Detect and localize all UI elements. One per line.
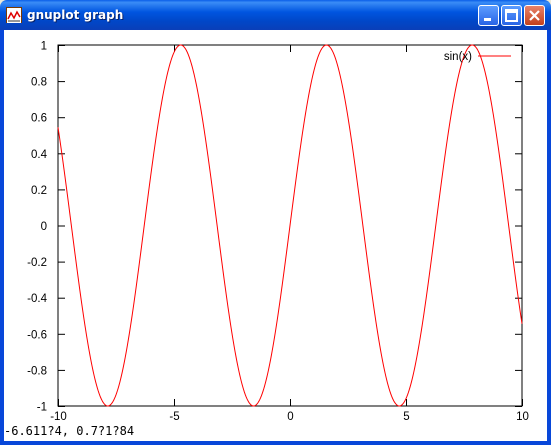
- maximize-button[interactable]: [501, 5, 522, 26]
- xtick-label: 0: [287, 411, 293, 423]
- minimize-button[interactable]: [478, 5, 499, 26]
- maximize-icon: [505, 9, 518, 22]
- close-button[interactable]: [524, 5, 545, 26]
- window-frame-bottom[interactable]: [0, 441, 551, 445]
- ytick-label: 0.4: [31, 149, 48, 161]
- series-line-sin: [57, 44, 523, 407]
- ytick-label: 0: [41, 221, 47, 233]
- mouse-coordinates-readout: -6.611?4, 0.7?1?84: [4, 424, 135, 438]
- ytick-label: 0.2: [31, 185, 47, 197]
- ytick-label: 0.6: [31, 113, 47, 125]
- app-icon-graphic: [7, 9, 21, 23]
- gnuplot-window: gnuplot graph -1 -0.8 -0.6 -0.4 -0.2 0 0.2 0.4 0…: [0, 0, 551, 445]
- ytick-label: -0.6: [27, 329, 47, 341]
- minimize-icon: [484, 18, 491, 21]
- ytick-label: -0.4: [27, 293, 47, 305]
- window-title: gnuplot graph: [27, 8, 124, 22]
- ytick-label: -0.8: [27, 365, 47, 377]
- close-icon: [529, 10, 540, 21]
- legend-label: sin(x): [444, 51, 472, 63]
- plot-canvas[interactable]: -1 -0.8 -0.6 -0.4 -0.2 0 0.2 0.4 0.6 0.8 1 -10 -5 0 5 1…: [4, 30, 547, 441]
- title-bar[interactable]: gnuplot graph: [0, 0, 551, 30]
- xtick-label: 5: [403, 411, 409, 423]
- xtick-label: 10: [516, 411, 529, 423]
- ytick-label: -0.2: [27, 257, 47, 269]
- ytick-label: 1: [41, 41, 47, 53]
- xtick-label: -10: [50, 411, 67, 423]
- xtick-label: -5: [169, 411, 179, 423]
- plot-svg: -1 -0.8 -0.6 -0.4 -0.2 0 0.2 0.4 0.6 0.8 1 -10 -5 0 5 1…: [27, 41, 529, 424]
- ytick-label: -1: [37, 402, 47, 414]
- ytick-label: 0.8: [31, 77, 47, 89]
- gnuplot-app-icon[interactable]: [6, 7, 22, 23]
- window-frame-right[interactable]: [547, 30, 551, 445]
